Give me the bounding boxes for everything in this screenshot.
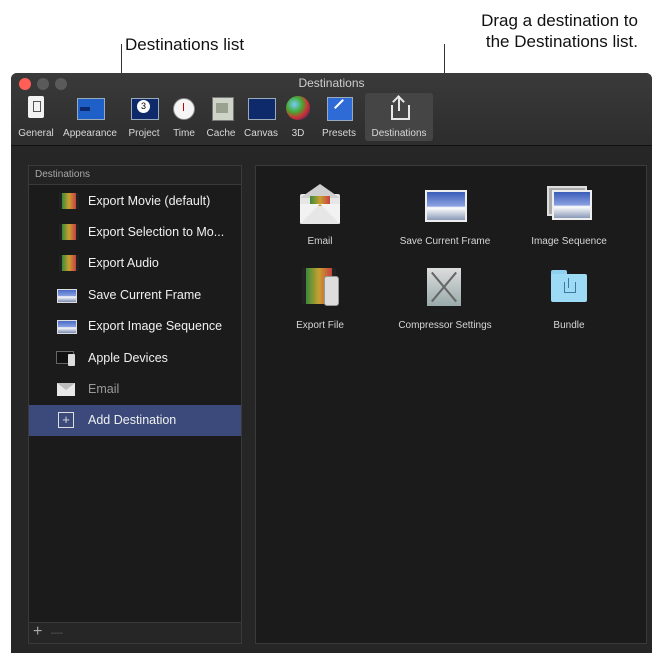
tile-label: Bundle xyxy=(553,320,585,331)
plus-box-icon: + xyxy=(56,411,76,429)
compressor-icon xyxy=(423,268,467,310)
list-item-export-image-sequence[interactable]: Export Image Sequence xyxy=(29,311,241,342)
tile-image-sequence[interactable]: Image Sequence xyxy=(509,184,629,247)
callout-destinations-list: Destinations list xyxy=(125,35,245,54)
canvas-icon xyxy=(248,95,276,121)
tab-destinations[interactable]: Destinations xyxy=(365,93,433,141)
callout-drag-hint-line2: the Destinations list. xyxy=(485,32,638,51)
presets-icon xyxy=(326,95,353,121)
tile-compressor-settings[interactable]: Compressor Settings xyxy=(385,268,505,331)
tab-general[interactable]: General xyxy=(13,93,59,141)
list-item-label: Save Current Frame xyxy=(88,287,202,302)
destinations-list-footer: + — xyxy=(29,622,241,643)
destinations-list-header: Destinations xyxy=(29,166,241,185)
tab-presets[interactable]: Presets xyxy=(315,93,363,141)
tab-cache[interactable]: Cache xyxy=(203,93,239,141)
tab-project[interactable]: 3 Project xyxy=(122,93,166,141)
tab-label: General xyxy=(18,128,54,139)
list-item-label: Export Image Sequence xyxy=(88,319,223,334)
list-item-add-destination[interactable]: + Add Destination xyxy=(29,404,241,437)
window-icon xyxy=(77,95,105,121)
photo-icon xyxy=(56,286,77,304)
tile-email[interactable]: Email xyxy=(260,184,380,247)
film-icon xyxy=(56,223,79,241)
project-icon: 3 xyxy=(131,95,159,121)
list-item-export-audio[interactable]: Export Audio xyxy=(29,248,241,279)
photo-icon xyxy=(423,184,467,226)
list-item-label: Email xyxy=(88,382,120,397)
tile-label: Email xyxy=(307,236,333,247)
tile-label: Save Current Frame xyxy=(399,236,491,247)
envelope-icon xyxy=(56,380,76,398)
tile-save-current-frame[interactable]: Save Current Frame xyxy=(385,184,505,247)
photo-icon xyxy=(56,317,77,335)
share-icon xyxy=(386,95,412,121)
film-icon xyxy=(56,192,79,210)
sphere-icon xyxy=(285,95,311,121)
tile-label: Compressor Settings xyxy=(398,320,492,331)
switch-icon xyxy=(23,95,49,121)
tab-time[interactable]: Time xyxy=(167,93,201,141)
list-item-export-selection[interactable]: Export Selection to Mo... xyxy=(29,216,241,247)
available-destinations-panel: Email Save Current Frame Image Sequence … xyxy=(255,165,647,644)
folder-share-icon xyxy=(547,268,591,310)
window-title: Destinations xyxy=(298,76,365,90)
list-item-label: Export Movie (default) xyxy=(88,193,211,208)
film-phone-icon xyxy=(298,268,342,310)
tile-label: Image Sequence xyxy=(531,236,607,247)
photo-stack-icon xyxy=(547,184,592,226)
tab-canvas[interactable]: Canvas xyxy=(241,93,281,141)
stopwatch-icon xyxy=(171,95,197,121)
list-item-label: Export Audio xyxy=(88,256,159,271)
cache-icon xyxy=(208,95,234,121)
tab-label: Presets xyxy=(322,128,356,139)
tab-label: 3D xyxy=(291,128,305,139)
tile-bundle[interactable]: Bundle xyxy=(509,268,629,331)
list-item-label: Add Destination xyxy=(88,413,177,428)
tab-label: Time xyxy=(173,128,195,139)
tile-export-file[interactable]: Export File xyxy=(260,268,380,331)
list-item-export-movie[interactable]: Export Movie (default) xyxy=(29,185,241,216)
list-item-email[interactable]: Email xyxy=(29,373,241,404)
add-destination-button[interactable]: + xyxy=(33,623,42,641)
callout-drag-hint-line1: Drag a destination to xyxy=(481,11,638,30)
list-item-label: Apple Devices xyxy=(88,350,168,365)
tile-label: Export File xyxy=(296,320,344,331)
tab-3d[interactable]: 3D xyxy=(283,93,313,141)
tab-label: Canvas xyxy=(244,128,278,139)
remove-destination-button[interactable]: — xyxy=(51,623,63,641)
tab-label: Appearance xyxy=(63,128,117,139)
film-icon xyxy=(56,254,79,272)
destinations-window: Destinations General Appearance 3 Projec… xyxy=(11,73,652,653)
tab-label: Destinations xyxy=(371,128,427,139)
list-item-save-current-frame[interactable]: Save Current Frame xyxy=(29,279,241,310)
list-item-apple-devices[interactable]: Apple Devices xyxy=(29,342,241,373)
destinations-list: Destinations Export Movie (default) Expo… xyxy=(28,165,242,644)
tab-label: Cache xyxy=(206,128,236,139)
tab-label: Project xyxy=(128,128,160,139)
tab-appearance[interactable]: Appearance xyxy=(60,93,120,141)
envelope-icon xyxy=(298,184,342,226)
window-titlebar: Destinations General Appearance 3 Projec… xyxy=(11,73,652,146)
devices-icon xyxy=(56,349,76,367)
callout-drag-hint: Drag a destination to the Destinations l… xyxy=(481,10,638,52)
list-item-label: Export Selection to Mo... xyxy=(88,225,225,240)
